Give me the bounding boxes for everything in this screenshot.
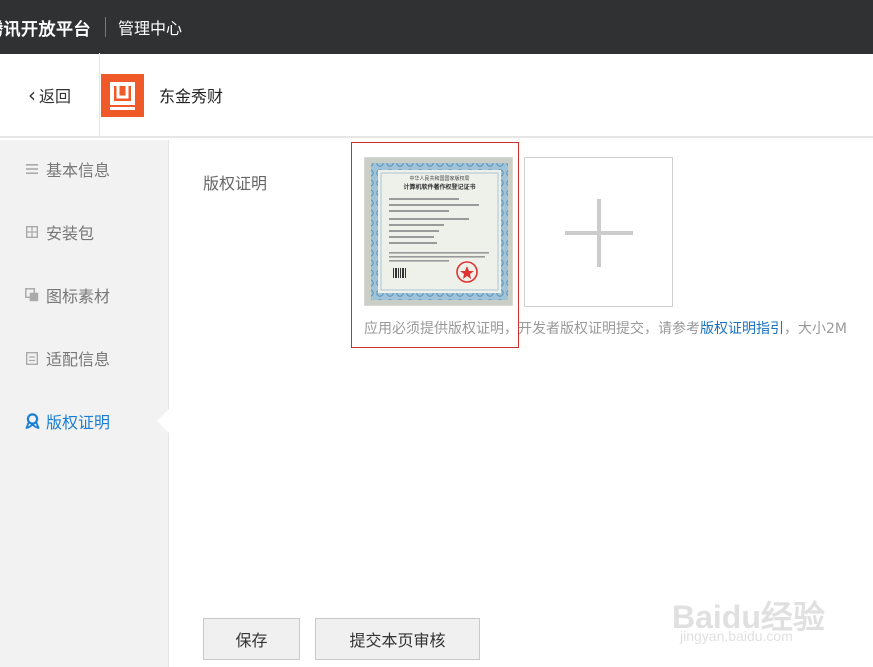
divider (105, 17, 106, 37)
copyright-field-label: 版权证明 (203, 174, 268, 193)
sidebar-item-label: 适配信息 (46, 350, 111, 369)
sidebar-item-label: 基本信息 (46, 161, 111, 180)
sidebar-item-label: 安装包 (46, 224, 95, 243)
award-icon (24, 413, 40, 429)
watermark: Baidu经验 jingyan.baidu.com (668, 572, 868, 662)
list-icon (24, 161, 40, 177)
management-center-link[interactable]: 管理中心 (118, 15, 182, 39)
app-header: ‹ 返回 东金秀财 (0, 53, 873, 138)
document-icon (24, 350, 40, 366)
back-label: 返回 (38, 87, 71, 106)
app-name: 东金秀财 (159, 87, 224, 106)
watermark-url: jingyan.baidu.com (680, 628, 793, 644)
sidebar-item-icon-assets[interactable]: 图标素材 (0, 275, 169, 315)
app-logo-icon (101, 73, 144, 117)
hint-text: 应用必须提供版权证明，开发者版权证明提交，请参考 (364, 321, 700, 337)
upload-hint: 应用必须提供版权证明，开发者版权证明提交，请参考版权证明指引，大小2M (364, 318, 847, 338)
sidebar-item-label: 版权证明 (46, 413, 111, 432)
grid-icon (24, 224, 40, 240)
layers-icon (24, 287, 40, 303)
sidebar-item-install-package[interactable]: 安装包 (0, 212, 169, 252)
sidebar: 基本信息 安装包 图标素材 适配信息 版权证明 (0, 140, 170, 667)
active-indicator (157, 408, 170, 434)
sidebar-item-basic-info[interactable]: 基本信息 (0, 149, 169, 189)
upload-add-button[interactable] (524, 157, 673, 307)
top-bar: 腾讯开放平台 管理中心 (0, 0, 873, 54)
certificate-thumbnail[interactable]: 中华人民共和国国家版权局 计算机软件著作权登记证书 (364, 157, 513, 306)
certificate-title-line2: 计算机软件著作权登记证书 (403, 183, 475, 191)
certificate-title-line1: 中华人民共和国国家版权局 (409, 175, 469, 182)
sidebar-item-adaptation-info[interactable]: 适配信息 (0, 338, 169, 378)
copyright-guide-link[interactable]: 版权证明指引 (700, 321, 784, 337)
submit-review-button[interactable]: 提交本页审核 (315, 618, 480, 660)
hint-size-text: ，大小2M (784, 321, 847, 337)
save-button[interactable]: 保存 (203, 618, 300, 660)
back-button[interactable]: ‹ 返回 (0, 53, 100, 137)
chevron-left-icon: ‹ (27, 83, 36, 107)
sidebar-item-copyright[interactable]: 版权证明 (0, 401, 169, 441)
platform-brand[interactable]: 腾讯开放平台 (0, 15, 91, 40)
sidebar-item-label: 图标素材 (46, 287, 111, 306)
